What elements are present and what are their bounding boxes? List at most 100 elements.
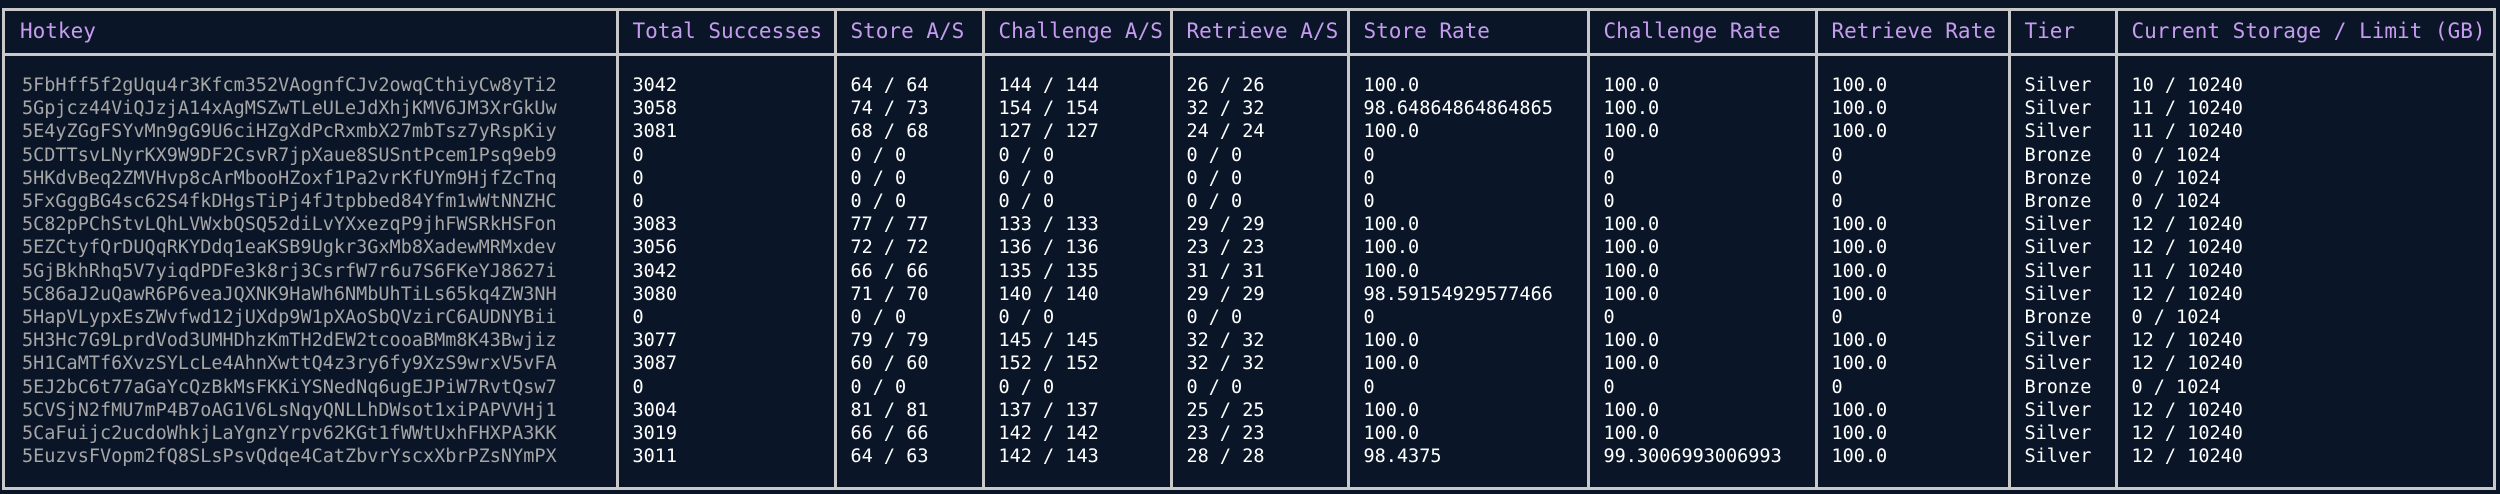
total-successes-cell: 3019 [615, 422, 835, 446]
column-header-store-rate[interactable]: Store Rate [1346, 10, 1588, 56]
challenge-rate-cell: 0 [1586, 166, 1816, 191]
table-row[interactable]: 5HapVLypxEsZWvfwd12jUXdp9W1pXAoSbQVzirC6… [4, 306, 2494, 330]
challenge-as-cell: 142 / 143 [981, 445, 1171, 469]
challenge-rate-cell: 100.0 [1586, 120, 1816, 144]
hotkey-cell: 5Gpjcz44ViQJzjA14xAgMSZwTLeULeJdXhjKMV6J… [22, 98, 557, 120]
retrieve-as-cell: 0 / 0 [1169, 306, 1348, 330]
retrieve-rate-cell: 0 [1814, 375, 2009, 399]
total-successes-cell: 0 [615, 190, 835, 214]
store-rate-cell: 100.0 [1346, 74, 1588, 98]
retrieve-as-cell: 32 / 32 [1169, 97, 1348, 121]
tier-cell: Silver [2007, 282, 2116, 307]
column-header-challenge-as[interactable]: Challenge A/S [981, 10, 1171, 56]
tier-cell: Silver [2007, 213, 2116, 237]
retrieve-rate-cell: 100.0 [1814, 329, 2009, 353]
column-header-storage-limit[interactable]: Current Storage / Limit (GB) [2114, 10, 2494, 56]
table-row[interactable]: 5CDTTsvLNyrKX9W9DF2CsvR7jpXaue8SUSntPcem… [4, 143, 2494, 167]
store-as-cell: 79 / 79 [833, 329, 983, 353]
column-header-hotkey[interactable]: Hotkey [4, 10, 617, 56]
table-row[interactable]: 5H1CaMTf6XvzSYLcLe4AhnXwttQ4z3ry6fy9XzS9… [4, 352, 2494, 376]
retrieve-rate-cell: 0 [1814, 306, 2009, 330]
storage-limit-cell: 12 / 10240 [2114, 422, 2494, 446]
retrieve-as-cell: 24 / 24 [1169, 120, 1348, 144]
challenge-rate-cell: 0 [1586, 306, 1816, 330]
challenge-rate-cell: 0 [1586, 375, 1816, 399]
table-row[interactable]: 5CaFuijc2ucdoWhkjLaYgnzYrpv62KGt1fWWtUxh… [4, 422, 2494, 446]
column-header-retrieve-rate[interactable]: Retrieve Rate [1814, 10, 2009, 56]
table-row[interactable]: 5EZCtyfQrDUQqRKYDdq1eaKSB9Ugkr3GxMb8Xade… [4, 236, 2494, 260]
total-successes-cell: 3004 [615, 398, 835, 423]
column-header-tier[interactable]: Tier [2007, 10, 2116, 56]
storage-limit-cell: 10 / 10240 [2114, 74, 2494, 98]
table-row[interactable]: 5EuzvsFVopm2fQ8SLsPsvQdqe4CatZbvrYscxXbr… [4, 445, 2494, 469]
store-rate-cell: 100.0 [1346, 329, 1588, 353]
total-successes-cell: 3042 [615, 259, 835, 283]
retrieve-as-cell: 32 / 32 [1169, 329, 1348, 353]
column-header-store-as[interactable]: Store A/S [833, 10, 983, 56]
table-row[interactable]: 5FxGggBG4sc62S4fkDHgsTiPj4fJtpbbed84Yfm1… [4, 190, 2494, 214]
hotkey-cell: 5CDTTsvLNyrKX9W9DF2CsvR7jpXaue8SUSntPcem… [22, 144, 557, 166]
retrieve-rate-cell: 100.0 [1814, 97, 2009, 121]
challenge-as-cell: 133 / 133 [981, 213, 1171, 237]
tier-cell: Bronze [2007, 190, 2116, 214]
challenge-as-cell: 0 / 0 [981, 190, 1171, 214]
challenge-as-cell: 140 / 140 [981, 282, 1171, 307]
column-header-total-successes[interactable]: Total Successes [615, 10, 835, 56]
hotkey-cell: 5HapVLypxEsZWvfwd12jUXdp9W1pXAoSbQVzirC6… [22, 307, 557, 329]
storage-limit-cell: 12 / 10240 [2114, 236, 2494, 260]
store-rate-cell: 100.0 [1346, 236, 1588, 260]
store-rate-cell: 100.0 [1346, 120, 1588, 144]
retrieve-as-cell: 31 / 31 [1169, 259, 1348, 283]
challenge-rate-cell: 0 [1586, 190, 1816, 214]
challenge-rate-cell: 0 [1586, 143, 1816, 167]
table-row[interactable]: 5CVSjN2fMU7mP4B7oAG1V6LsNqyQNLLhDWsot1xi… [4, 398, 2494, 423]
header-row: Hotkey Total Successes Store A/S Challen… [4, 10, 2494, 56]
total-successes-cell: 3058 [615, 97, 835, 121]
challenge-as-cell: 144 / 144 [981, 74, 1171, 98]
retrieve-rate-cell: 100.0 [1814, 213, 2009, 237]
hotkey-cell: 5HKdvBeq2ZMVHvp8cArMbooHZoxf1Pa2vrKfUYm9… [22, 167, 557, 189]
challenge-rate-cell: 100.0 [1586, 398, 1816, 423]
table-row[interactable]: 5HKdvBeq2ZMVHvp8cArMbooHZoxf1Pa2vrKfUYm9… [4, 166, 2494, 191]
table-row[interactable]: 5C82pPChStvLQhLVWxbQSQ52diLvYXxezqP9jhFW… [4, 213, 2494, 237]
retrieve-as-cell: 26 / 26 [1169, 74, 1348, 98]
retrieve-rate-cell: 100.0 [1814, 236, 2009, 260]
total-successes-cell: 0 [615, 306, 835, 330]
total-successes-cell: 3081 [615, 120, 835, 144]
column-header-challenge-rate[interactable]: Challenge Rate [1586, 10, 1816, 56]
table-row[interactable]: 5EJ2bC6t77aGaYcQzBkMsFKKiYSNedNq6ugEJPiW… [4, 375, 2494, 399]
tier-cell: Silver [2007, 236, 2116, 260]
total-successes-cell: 3080 [615, 282, 835, 307]
table-row[interactable]: 5GjBkhRhq5V7yiqdPDFe3k8rj3CsrfW7r6u7S6FK… [4, 259, 2494, 283]
tier-cell: Silver [2007, 422, 2116, 446]
tier-cell: Bronze [2007, 143, 2116, 167]
challenge-rate-cell: 100.0 [1586, 259, 1816, 283]
store-rate-cell: 100.0 [1346, 259, 1588, 283]
tier-cell: Silver [2007, 97, 2116, 121]
total-successes-cell: 3011 [615, 445, 835, 469]
retrieve-rate-cell: 0 [1814, 143, 2009, 167]
total-successes-cell: 0 [615, 143, 835, 167]
store-rate-cell: 98.4375 [1346, 445, 1588, 469]
storage-limit-cell: 12 / 10240 [2114, 329, 2494, 353]
retrieve-as-cell: 25 / 25 [1169, 398, 1348, 423]
hotkey-cell: 5H3Hc7G9LprdVod3UMHDhzKmTH2dEW2tcooaBMm8… [22, 330, 557, 352]
tier-cell: Silver [2007, 120, 2116, 144]
tier-cell: Silver [2007, 259, 2116, 283]
store-as-cell: 0 / 0 [833, 375, 983, 399]
table-row[interactable]: 5H3Hc7G9LprdVod3UMHDhzKmTH2dEW2tcooaBMm8… [4, 329, 2494, 353]
retrieve-rate-cell: 100.0 [1814, 398, 2009, 423]
hotkey-cell: 5FxGggBG4sc62S4fkDHgsTiPj4fJtpbbed84Yfm1… [22, 191, 557, 213]
table-row[interactable]: 5Gpjcz44ViQJzjA14xAgMSZwTLeULeJdXhjKMV6J… [4, 97, 2494, 121]
table-row[interactable]: 5E4yZGgFSYvMn9gG9U6ciHZgXdPcRxmbX27mbTsz… [4, 120, 2494, 144]
retrieve-rate-cell: 100.0 [1814, 445, 2009, 469]
hotkey-cell: 5E4yZGgFSYvMn9gG9U6ciHZgXdPcRxmbX27mbTsz… [22, 121, 557, 143]
storage-limit-cell: 12 / 10240 [2114, 352, 2494, 376]
storage-limit-cell: 11 / 10240 [2114, 97, 2494, 121]
column-header-retrieve-as[interactable]: Retrieve A/S [1169, 10, 1348, 56]
storage-limit-cell: 0 / 1024 [2114, 306, 2494, 330]
storage-limit-cell: 11 / 10240 [2114, 120, 2494, 144]
table-row[interactable]: 5C86aJ2uQawR6P6veaJQXNK9HaWh6NMbUhTiLs65… [4, 282, 2494, 307]
table-row[interactable]: 5FbHff5f2gUqu4r3Kfcm352VAognfCJv2owqCthi… [4, 74, 2494, 98]
challenge-rate-cell: 100.0 [1586, 97, 1816, 121]
